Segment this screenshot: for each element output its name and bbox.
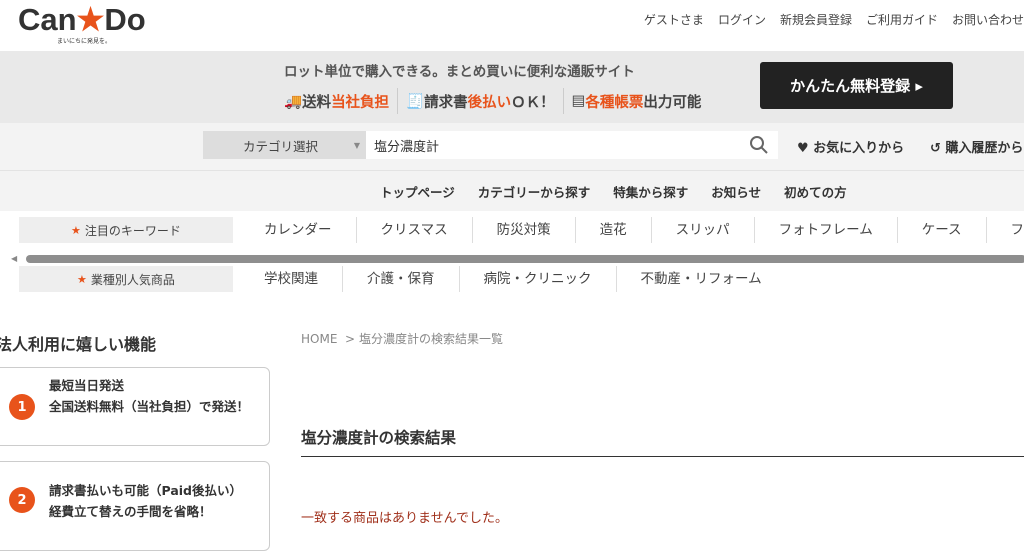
industry-item[interactable]: 介護・保育: [343, 266, 460, 292]
keyword-item[interactable]: ケース: [898, 217, 987, 243]
search-icon[interactable]: [749, 135, 769, 155]
page-title: 塩分濃度計の検索結果: [301, 429, 457, 447]
top-links: ゲストさま ログイン 新規会員登録 ご利用ガイド お問い合わせ: [644, 11, 1024, 28]
breadcrumb-home[interactable]: HOME: [301, 332, 337, 346]
keyword-list: カレンダー クリスマス 防災対策 造花 スリッパ フォトフレーム ケース ファ: [240, 217, 1024, 243]
breadcrumb-current: 塩分濃度計の検索結果一覧: [358, 332, 503, 346]
signup-link[interactable]: 新規会員登録: [780, 11, 852, 28]
banner-headline: ロット単位で購入できる。まとめ買いに便利な通販サイト: [284, 64, 635, 80]
scroll-left-arrow-icon[interactable]: ◀: [11, 254, 17, 263]
nav-first-time[interactable]: 初めての方: [784, 182, 847, 201]
search-input[interactable]: [366, 131, 778, 159]
keyword-label: ★ 注目のキーワード: [19, 217, 233, 243]
horizontal-scrollbar[interactable]: [26, 255, 1024, 263]
guest-label: ゲストさま: [643, 13, 704, 27]
star-icon: ★: [77, 272, 87, 286]
invoice-icon: 🧾: [406, 93, 425, 110]
industry-item[interactable]: 不動産・リフォーム: [617, 266, 786, 292]
keyword-item[interactable]: クリスマス: [357, 217, 473, 243]
favorites-link[interactable]: ♥ お気に入りから: [797, 137, 904, 156]
keyword-item[interactable]: 防災対策: [473, 217, 576, 243]
industry-item[interactable]: 学校関連: [240, 266, 343, 292]
industry-list: 学校関連 介護・保育 病院・クリニック 不動産・リフォーム: [240, 266, 786, 292]
divider: [562, 88, 564, 114]
contact-link[interactable]: お問い合わせ: [952, 11, 1024, 28]
purchase-history-link[interactable]: ↺ 購入履歴から: [930, 137, 1023, 156]
number-badge: 1: [9, 394, 35, 420]
keyword-item[interactable]: スリッパ: [652, 217, 755, 243]
industry-label: ★ 業種別人気商品: [19, 266, 233, 292]
tagline: まいにちに発見を。: [57, 38, 112, 45]
keyword-item[interactable]: 造花: [576, 217, 652, 243]
sidebar-title: 法人利用に嬉しい機能: [0, 335, 157, 354]
category-select[interactable]: カテゴリ選択 ▼: [203, 131, 366, 159]
keyword-item[interactable]: フォトフレーム: [755, 217, 898, 243]
star-icon: ★: [71, 223, 81, 237]
feature-text: 請求書払いも可能（Paid後払い） 経費立て替えの手間を省略！: [49, 483, 242, 519]
nav-features[interactable]: 特集から探す: [613, 182, 688, 201]
divider: [301, 456, 1024, 457]
truck-icon: 🚚: [284, 93, 303, 110]
document-icon: ▤: [571, 93, 586, 109]
number-badge: 2: [9, 487, 35, 513]
main-nav: トップページ カテゴリーから探す 特集から探す お知らせ 初めての方: [380, 182, 847, 201]
nav-category[interactable]: カテゴリーから探す: [478, 182, 591, 201]
dropdown-arrow-icon: ▼: [353, 140, 360, 150]
no-results-message: 一致する商品はありませんでした。: [301, 511, 508, 526]
banner-features: 🚚 送料 当社負担 🧾 請求書 後払い ＯＫ！ ▤ 各種帳票 出力可能: [284, 88, 701, 114]
divider: [397, 88, 399, 114]
login-link[interactable]: ログイン: [718, 11, 766, 28]
feature-text: 最短当日発送 全国送料無料（当社負担）で発送！: [49, 378, 250, 414]
logo-text: Do: [104, 2, 146, 37]
logo-text: Can: [18, 2, 77, 37]
logo[interactable]: Can★Do: [18, 2, 146, 38]
free-register-button[interactable]: かんたん無料登録 ▸: [760, 62, 953, 109]
nav-news[interactable]: お知らせ: [711, 182, 761, 201]
star-icon: ★: [76, 2, 105, 37]
keyword-item[interactable]: ファ: [987, 217, 1024, 243]
keyword-item[interactable]: カレンダー: [240, 217, 357, 243]
industry-item[interactable]: 病院・クリニック: [460, 266, 617, 292]
nav-top[interactable]: トップページ: [380, 182, 455, 201]
breadcrumb: HOME > 塩分濃度計の検索結果一覧: [301, 332, 503, 346]
guide-link[interactable]: ご利用ガイド: [866, 11, 938, 28]
